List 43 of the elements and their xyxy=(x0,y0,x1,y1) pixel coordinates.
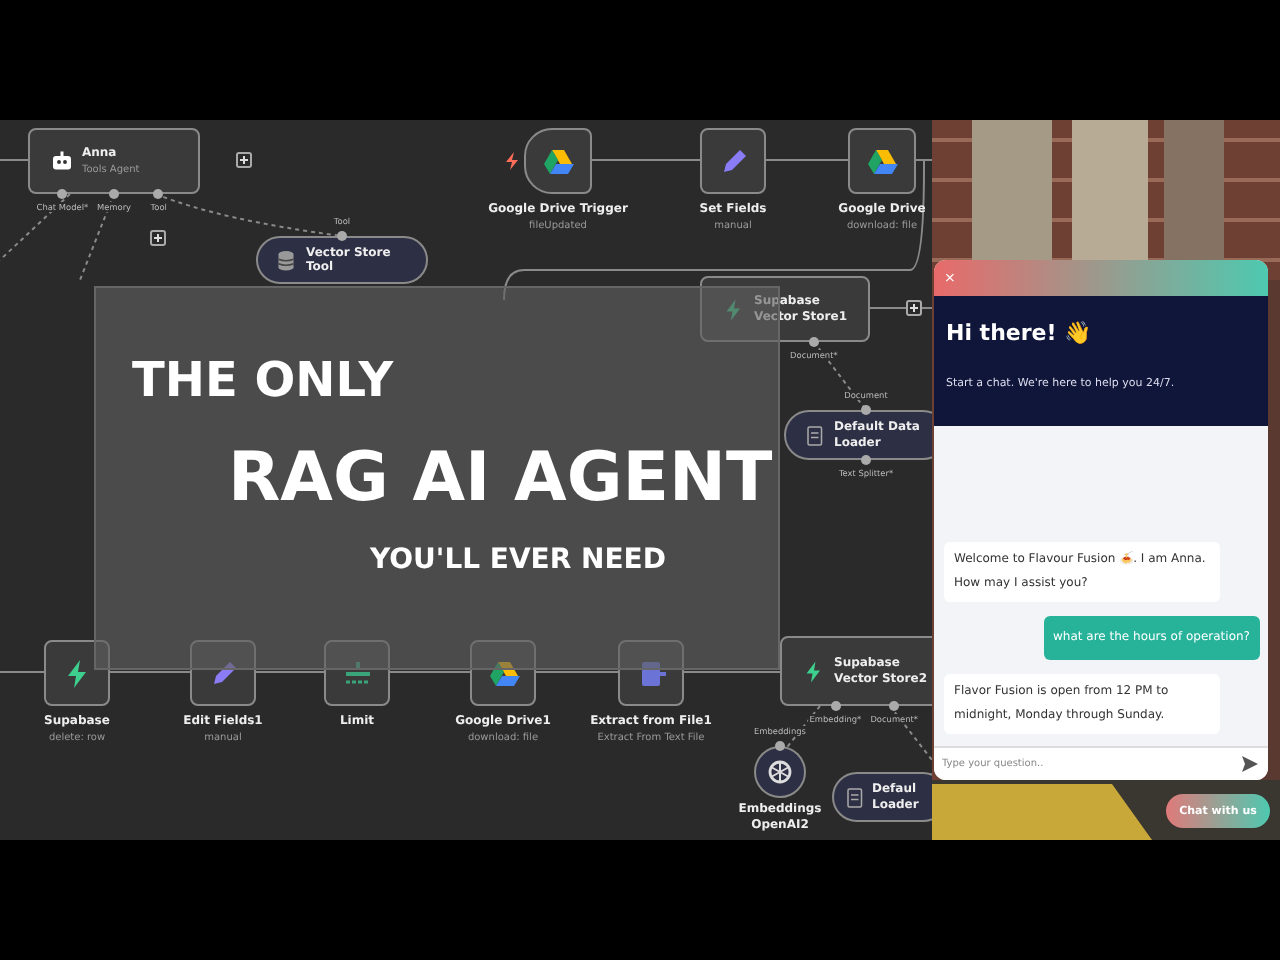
headline-text: RAG AI AGENT xyxy=(228,444,775,512)
workflow-node[interactable] xyxy=(700,128,766,194)
bolt-icon xyxy=(506,152,518,170)
add-icon[interactable] xyxy=(906,300,922,316)
port-handle[interactable] xyxy=(830,701,841,711)
add-icon[interactable] xyxy=(236,152,252,168)
connection-line xyxy=(683,671,781,673)
port-handle[interactable] xyxy=(337,231,347,241)
port-handle[interactable] xyxy=(861,405,871,415)
document-icon xyxy=(842,785,866,809)
connection-line xyxy=(255,671,325,673)
add-icon[interactable] xyxy=(150,230,166,246)
port-handle[interactable] xyxy=(153,189,164,199)
workflow-node[interactable] xyxy=(324,640,390,706)
headline-text: THE ONLY xyxy=(132,356,396,404)
port-handle[interactable] xyxy=(861,455,871,465)
port-handle[interactable] xyxy=(889,701,900,711)
workflow-node[interactable] xyxy=(470,640,536,706)
triangle-icon xyxy=(866,145,898,177)
document-icon xyxy=(802,423,826,447)
headline-text: YOU'LL EVER NEED xyxy=(370,546,668,574)
limit-icon xyxy=(341,657,373,689)
connection-line xyxy=(0,159,29,161)
port-handle[interactable] xyxy=(808,337,819,347)
workflow-node[interactable] xyxy=(524,128,592,194)
port-handle[interactable] xyxy=(109,189,119,199)
workflow-node[interactable] xyxy=(44,640,110,706)
port-handle[interactable] xyxy=(775,741,785,751)
workflow-node[interactable] xyxy=(618,640,684,706)
connection-line xyxy=(0,671,45,673)
robot-icon xyxy=(50,149,74,173)
connection-line xyxy=(389,671,471,673)
workflow-node[interactable] xyxy=(190,640,256,706)
chat-heading: Hi there! 👋 xyxy=(946,320,1095,346)
send-icon xyxy=(1242,756,1258,772)
workflow-node[interactable] xyxy=(848,128,916,194)
workflow-node[interactable] xyxy=(754,746,806,798)
connection-line xyxy=(535,671,619,673)
connection-line xyxy=(109,671,191,673)
port-handle[interactable] xyxy=(57,189,68,199)
database-icon xyxy=(274,248,298,272)
triangle-icon xyxy=(487,657,519,689)
triangle-icon xyxy=(542,145,574,177)
